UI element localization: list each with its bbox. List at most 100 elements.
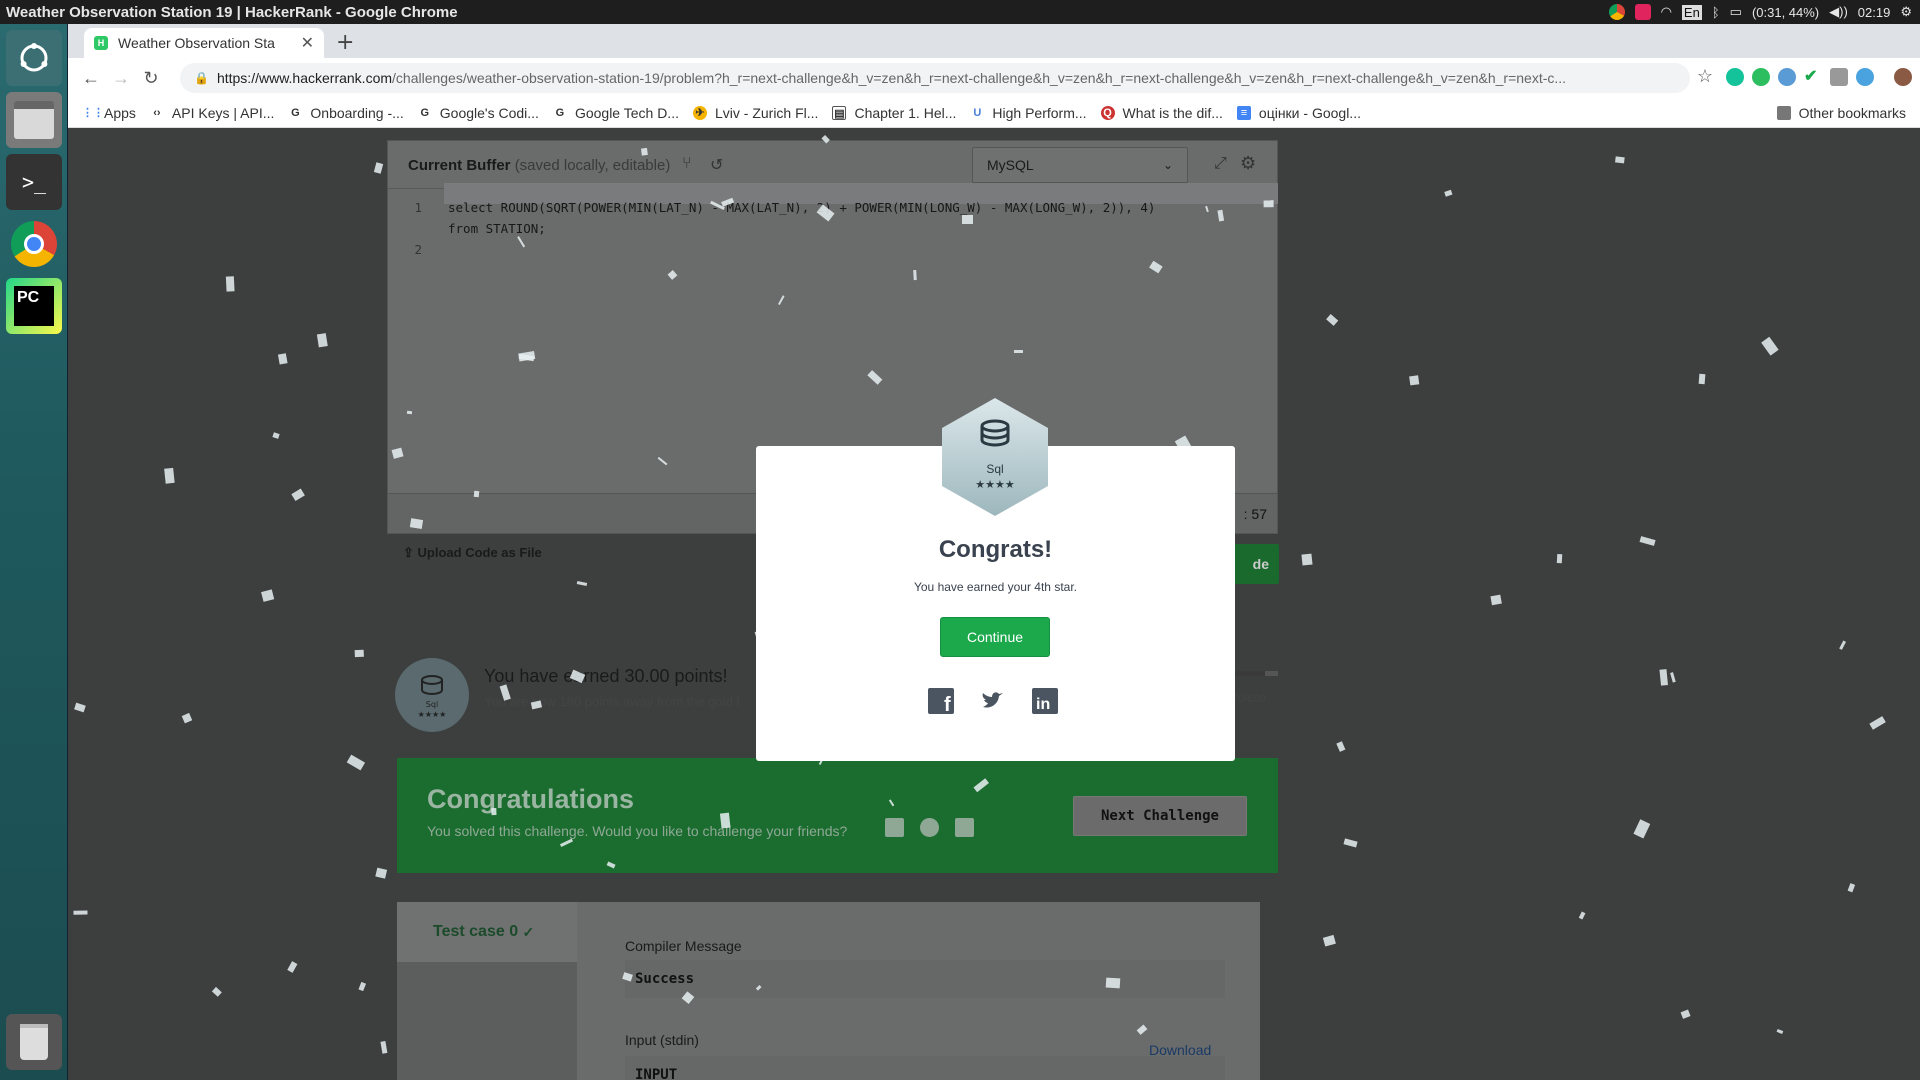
confetti-piece (1301, 553, 1313, 566)
new-tab-plus-icon[interactable]: + (336, 30, 354, 55)
upload-code-link[interactable]: ⇪ Upload Code as File (403, 545, 542, 561)
app-tray-icon[interactable] (1634, 4, 1651, 20)
bookmark-chapter-1[interactable]: ▤ Chapter 1. Hel... (832, 105, 956, 121)
keyboard-layout[interactable]: En (1681, 4, 1702, 20)
trash-icon[interactable] (6, 1014, 62, 1070)
url-host: https://www.hackerrank.com (216, 70, 393, 86)
hexagon-badge-icon (942, 398, 1048, 516)
evernote-extension-icon[interactable] (1752, 68, 1770, 86)
svg-text:in: in (1036, 696, 1050, 713)
confetti-piece (358, 981, 366, 992)
bookmark-google-codi[interactable]: G Google's Codi... (418, 105, 539, 121)
check-circle-icon: ✓ (522, 923, 535, 940)
compiler-message-value: Success (625, 960, 1225, 998)
linkedin-icon[interactable]: in (1032, 688, 1058, 714)
puzzle-extension-icon[interactable] (1830, 68, 1848, 86)
cursor-position: : 57 (1243, 506, 1267, 522)
code-lines: select ROUND(SQRT(POWER(MIN(LAT_N) - MAX… (448, 197, 1155, 260)
profile-avatar-icon[interactable] (1894, 68, 1912, 86)
input-value: INPUT (625, 1056, 1225, 1080)
chrome-tray-icon[interactable] (1608, 4, 1625, 20)
confetti-piece (1490, 594, 1502, 605)
address-bar[interactable]: 🔒 https://www.hackerrank.com/challenges/… (180, 63, 1690, 93)
battery-icon[interactable]: ▭ (1730, 4, 1742, 20)
congrats-banner: Congratulations You solved this challeng… (397, 758, 1278, 873)
confetti-piece (576, 581, 587, 586)
confetti-piece (354, 649, 364, 658)
ubuntu-dash-icon[interactable] (6, 30, 62, 86)
bookmark-high-perform[interactable]: U High Perform... (970, 105, 1086, 121)
blue-extension-icon[interactable] (1856, 68, 1874, 86)
confetti-piece (73, 702, 86, 713)
confetti-piece (962, 214, 974, 224)
volume-icon[interactable]: ◀)) (1829, 4, 1848, 20)
reload-icon[interactable]: ↻ (136, 68, 166, 89)
clock[interactable]: 02:19 (1858, 5, 1891, 20)
facebook-icon[interactable] (885, 818, 904, 837)
battery-status[interactable]: (0:31, 44%) (1752, 5, 1819, 20)
hackerrank-favicon: H (94, 36, 108, 50)
editor-settings-gear-icon[interactable]: ⚙ (1240, 153, 1256, 174)
confetti-piece (181, 713, 192, 724)
apps-grid-icon: ⋮⋮ (82, 106, 104, 119)
modal-title: Congrats! (938, 536, 1053, 563)
bookmark-google-tech[interactable]: G Google Tech D... (553, 105, 679, 121)
bookmark-star-icon[interactable]: ☆ (1690, 66, 1720, 87)
confetti-piece (292, 488, 306, 501)
confetti-piece (380, 1040, 388, 1054)
confetti-piece (278, 353, 288, 365)
terminal-icon[interactable]: >_ (6, 154, 62, 210)
settings-gear-icon[interactable]: ⚙ (1900, 4, 1912, 20)
wifi-icon[interactable]: ◠ (1661, 4, 1672, 20)
google-icon: G (291, 106, 300, 119)
bluetooth-icon[interactable]: ᛒ (1712, 5, 1720, 20)
banner-subtitle: You solved this challenge. Would you lik… (427, 823, 848, 839)
forward-arrow-icon[interactable]: → (106, 68, 136, 89)
tab-close-icon[interactable]: ✕ (301, 33, 314, 53)
other-bookmarks[interactable]: Other bookmarks (1776, 105, 1906, 121)
bookmark-otsinky[interactable]: ≡ оцінки - Googl... (1236, 105, 1361, 121)
confetti-piece (1556, 553, 1563, 564)
bookmark-apps[interactable]: ⋮⋮ Apps (82, 105, 136, 121)
fullscreen-icon[interactable]: ⤢ (1214, 155, 1227, 173)
grammarly-extension-icon[interactable] (1726, 68, 1744, 86)
branch-icon[interactable]: ⑂ (682, 155, 692, 173)
language-select[interactable]: MySQL ⌄ (972, 147, 1188, 183)
continue-button[interactable]: Continue (940, 617, 1050, 657)
active-tab[interactable]: H Weather Observation Sta ✕ (84, 28, 324, 58)
modal-badge-stars: ★★★★ (975, 478, 1015, 491)
confetti-piece (1013, 349, 1023, 353)
lock-icon: 🔒 (194, 71, 209, 85)
confetti-piece (1868, 715, 1886, 730)
confetti-piece (1639, 536, 1656, 547)
browser-toolbar: ← → ↻ 🔒 https://www.hackerrank.com/chall… (68, 58, 1920, 98)
twitter-icon[interactable] (920, 818, 939, 837)
google-icon: G (555, 106, 565, 119)
database-icon (421, 675, 443, 695)
next-challenge-button[interactable]: Next Challenge (1073, 796, 1247, 836)
confetti-piece (316, 333, 328, 348)
confetti-piece (1323, 934, 1337, 946)
back-arrow-icon[interactable]: ← (76, 68, 106, 89)
twitter-icon[interactable] (980, 688, 1006, 714)
launcher: >_ PC (0, 24, 68, 1080)
bookmark-api-keys[interactable]: ‹› API Keys | API... (150, 105, 274, 121)
confetti-piece (407, 410, 413, 414)
confetti-piece (640, 147, 648, 156)
pycharm-icon[interactable]: PC (6, 278, 62, 334)
tab-test-case-0[interactable]: Test case 0 ✓ (397, 902, 577, 962)
bookmark-lviv-zurich[interactable]: ✈ Lviv - Zurich Fl... (692, 105, 818, 121)
reset-icon[interactable]: ↺ (710, 155, 723, 175)
facebook-icon[interactable]: f (928, 688, 954, 714)
linkedin-icon[interactable] (955, 818, 974, 837)
modal-sql-badge: Sql ★★★★ (940, 396, 1050, 518)
pen-extension-icon[interactable] (1778, 68, 1796, 86)
files-icon[interactable] (6, 92, 62, 148)
confetti-piece (1614, 156, 1625, 163)
bookmark-what-is[interactable]: Q What is the dif... (1100, 105, 1223, 121)
check-extension-icon[interactable]: ✔ (1804, 68, 1822, 86)
chrome-launcher-icon[interactable] (6, 216, 62, 272)
bookmark-onboarding[interactable]: G Onboarding -... (288, 105, 404, 121)
confetti-piece (410, 518, 424, 530)
